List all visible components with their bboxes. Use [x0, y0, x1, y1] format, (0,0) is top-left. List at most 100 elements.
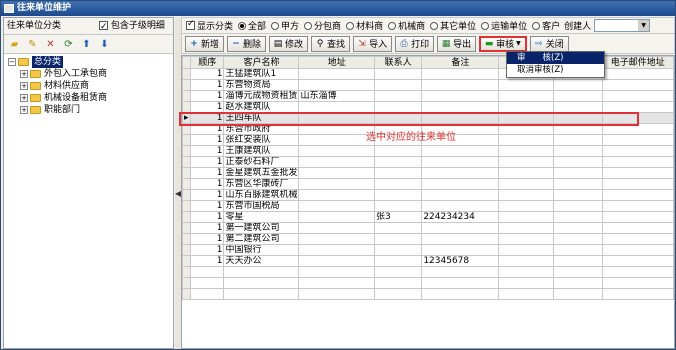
filter-radio-all[interactable]	[238, 21, 247, 30]
cell-email	[601, 211, 674, 223]
cell-note	[421, 178, 500, 190]
column-header[interactable]: 备注	[421, 56, 500, 69]
up-arrow-icon[interactable]: ⬆	[80, 38, 93, 51]
table-row[interactable]	[182, 277, 674, 289]
tree-node-label: 机械设备租赁商	[44, 93, 108, 103]
row-indicator	[182, 134, 191, 146]
cell-empty	[498, 79, 555, 91]
table-row[interactable]: 1 第一建筑公司	[182, 222, 674, 234]
table-row[interactable]: 1 东营市国税局	[182, 200, 674, 212]
cell-note	[421, 145, 500, 157]
table-row[interactable]	[182, 288, 674, 300]
tree-node-root[interactable]: − 总分类	[8, 56, 173, 68]
expand-icon[interactable]: +	[20, 106, 28, 114]
export-button[interactable]: ▦ 导出	[437, 35, 477, 52]
expand-icon[interactable]: +	[20, 82, 28, 90]
table-row[interactable]: 1 零星 张3 224234234	[182, 211, 674, 223]
open-folder-icon[interactable]: ▰	[8, 38, 21, 51]
filter-radio-party-a[interactable]	[271, 21, 280, 30]
table-row[interactable]: 1 赵水建筑队	[182, 101, 674, 113]
cell-name: 零星	[223, 211, 300, 223]
filter-radio-subcontractor[interactable]	[304, 21, 313, 30]
expand-icon[interactable]: +	[20, 94, 28, 102]
cell-note	[421, 79, 500, 91]
include-children-toggle[interactable]: 包含子级明细	[99, 18, 165, 36]
column-header[interactable]: 地址	[298, 56, 376, 69]
chevron-down-icon[interactable]: ▼	[638, 20, 650, 31]
cell-address	[298, 233, 376, 245]
cell-empty	[421, 288, 500, 300]
cell-empty	[498, 145, 555, 157]
query-button-label: 查找	[327, 40, 346, 50]
tree-node[interactable]: + 职能部门	[8, 104, 173, 116]
audit-icon: ▬	[484, 38, 494, 49]
cell-empty	[498, 211, 555, 223]
table-row[interactable]: 1 天天办公 12345678	[182, 255, 674, 267]
tree-node[interactable]: + 机械设备租赁商	[8, 92, 173, 104]
cell-empty	[421, 266, 500, 278]
table-row[interactable]: 1 第二建筑公司	[182, 233, 674, 245]
menu-item-audit[interactable]: 审 核(Z)	[507, 52, 604, 64]
filter-radio-transport[interactable]	[481, 21, 490, 30]
collapse-icon[interactable]: −	[8, 58, 16, 66]
close-button[interactable]: ⇨ 关闭	[529, 35, 569, 52]
expand-icon[interactable]: +	[20, 70, 28, 78]
down-arrow-icon[interactable]: ⬇	[98, 38, 111, 51]
table-row[interactable]: 1 金星建筑五金批发	[182, 167, 674, 179]
filter-bar: 显示分类 全部 甲方 分包商 材料商 机械商 其它单位 运输单位 客户 创建人 …	[181, 17, 675, 34]
table-row[interactable]: 1 山东百脉建筑机械	[182, 189, 674, 201]
row-indicator-header	[182, 56, 191, 69]
column-header[interactable]: 电子邮件地址	[601, 56, 674, 69]
filter-radio-machine[interactable]	[388, 21, 397, 30]
cell-order: 1	[189, 167, 225, 179]
cell-email	[601, 277, 674, 289]
filter-radio-customer[interactable]	[532, 21, 541, 30]
cell-order: 1	[189, 79, 225, 91]
delete-icon[interactable]: ✕	[44, 38, 57, 51]
cell-contact	[374, 90, 423, 102]
query-button[interactable]: ⚲ 查找	[311, 35, 351, 52]
menu-item-cancel-audit[interactable]: 取消审核(Z)	[507, 64, 604, 76]
table-row[interactable]	[182, 266, 674, 278]
cell-email	[601, 189, 674, 201]
cell-note	[421, 90, 500, 102]
table-row[interactable]: 1 正泰砂石料厂	[182, 156, 674, 168]
refresh-icon[interactable]: ⟳	[62, 38, 75, 51]
printer-icon: ⎙	[400, 38, 408, 49]
print-button[interactable]: ⎙ 打印	[395, 35, 435, 52]
table-row[interactable]: 1 中国银行	[182, 244, 674, 256]
import-button[interactable]: ⇲ 导入	[353, 35, 393, 52]
column-header[interactable]: 客户名称	[223, 56, 300, 69]
column-header[interactable]: 顺序	[189, 56, 225, 69]
modify-button[interactable]: ▤ 修改	[269, 35, 309, 52]
cell-empty	[498, 101, 555, 113]
table-row[interactable]: 1 东营区华康砖厂	[182, 178, 674, 190]
filter-radio-other[interactable]	[430, 21, 439, 30]
cell-email	[601, 134, 674, 146]
table-row[interactable]: 1 东营物资局	[182, 79, 674, 91]
audit-button-label: 审核	[496, 40, 515, 50]
cell-email	[601, 156, 674, 168]
cell-note	[421, 233, 500, 245]
folder-icon	[30, 82, 41, 90]
cell-address	[298, 167, 376, 179]
creator-select[interactable]: ▼	[594, 19, 651, 32]
tree-node[interactable]: + 材料供应商	[8, 80, 173, 92]
show-category-checkbox[interactable]	[186, 19, 195, 30]
add-button[interactable]: + 新增	[185, 35, 225, 52]
title-bar: 往来单位维护	[1, 1, 675, 16]
cell-name: 淄博元成物资租赁	[223, 90, 300, 102]
cell-email	[601, 200, 674, 212]
table-row[interactable]: 1 王康建筑队	[182, 145, 674, 157]
cell-name: 王猛建筑队1	[223, 68, 300, 80]
delete-button[interactable]: − 删除	[227, 35, 267, 52]
folder-icon	[30, 106, 41, 114]
audit-button[interactable]: ▬ 审核 ▼	[479, 35, 527, 52]
edit-icon[interactable]: ✎	[26, 38, 39, 51]
column-header[interactable]: 联系人	[374, 56, 423, 69]
table-row[interactable]: 1 淄博元成物资租赁 山东淄博	[182, 90, 674, 102]
include-children-checkbox[interactable]	[99, 19, 108, 36]
tree-node[interactable]: + 外包入工承包商	[8, 68, 173, 80]
cell-empty	[223, 288, 300, 300]
filter-radio-material[interactable]	[346, 21, 355, 30]
